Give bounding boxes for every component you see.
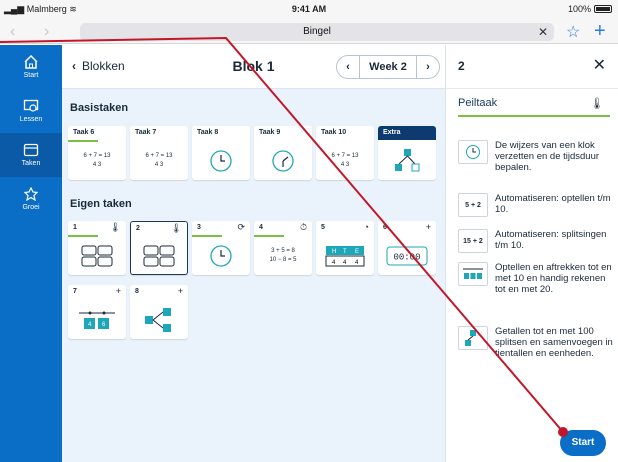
prev-week-button[interactable]: ‹ <box>337 61 359 73</box>
svg-text:H: H <box>332 249 336 255</box>
sidebar-item-groei[interactable]: Groei <box>0 177 62 221</box>
goal-text: Automatiseren: optellen t/m 10. <box>495 193 611 215</box>
task-tile[interactable]: Taak 7 6 + 7 = 13 4 3 <box>130 126 188 180</box>
sidebar-item-label: Lessen <box>19 116 43 123</box>
section-title-eigen-taken: Eigen taken <box>70 198 132 210</box>
home-icon <box>24 55 38 69</box>
clear-icon[interactable]: ✕ <box>538 23 548 41</box>
sidebar-item-taken[interactable]: Taken <box>0 133 62 177</box>
goal-item: 15 + 2 Automatiseren: splitsingen t/m 10… <box>458 229 615 253</box>
clock-icon <box>458 140 488 164</box>
section-title-basistaken: Basistaken <box>70 102 129 114</box>
close-icon[interactable]: ✕ <box>593 55 606 75</box>
task-detail-panel: 2 ✕ Peiltaak 🌡 De wijzers van een klok v… <box>445 45 618 462</box>
panel-header: 2 ✕ <box>446 45 618 89</box>
sidebar-item-lessen[interactable]: Lessen <box>0 89 62 133</box>
digital-clock-icon: 00:00 <box>386 246 428 266</box>
sidebar-item-label: Groei <box>22 204 40 211</box>
goal-text: Getallen tot en met 100 splitsen en same… <box>495 326 613 359</box>
goal-text: De wijzers van een klok verzetten en de … <box>495 140 600 173</box>
gauge-icon: ◔ <box>363 222 369 232</box>
forward-arrow-icon[interactable]: › <box>44 23 49 41</box>
start-button[interactable]: Start <box>560 430 606 456</box>
task-tile-selected[interactable]: 2 🌡 <box>130 221 188 275</box>
clock-icon <box>210 245 232 267</box>
numberline-icon: 46 <box>79 311 115 329</box>
task-tile[interactable]: 5 ◔ HTE444 <box>316 221 374 275</box>
next-week-button[interactable]: › <box>417 61 439 73</box>
browser-toolbar: ‹ › Bingel ✕ ☆ + <box>0 20 618 44</box>
week-selector: ‹ Week 2 › <box>336 55 440 79</box>
task-tile[interactable]: Taak 6 6 + 7 = 13 4 3 <box>68 126 126 180</box>
task-tile[interactable]: Taak 8 <box>192 126 250 180</box>
week-label: Week 2 <box>359 56 417 78</box>
split-icon <box>458 326 488 350</box>
divider <box>458 115 610 117</box>
clock: 9:41 AM <box>291 4 327 14</box>
grid-icon <box>143 245 175 267</box>
add-icon[interactable]: + <box>426 222 431 232</box>
svg-text:4: 4 <box>355 260 359 266</box>
svg-text:4: 4 <box>343 260 347 266</box>
numberline-icon <box>458 262 488 286</box>
page-title: Bingel <box>303 26 331 37</box>
task-tile[interactable]: 8 + <box>130 285 188 339</box>
sum-icon: 15 + 2 <box>458 229 488 253</box>
add-icon[interactable]: + <box>116 286 121 296</box>
new-tab-icon[interactable]: + <box>594 20 606 43</box>
goal-text: Automatiseren: splitsingen t/m 10. <box>495 229 607 251</box>
task-tile[interactable]: 6 + 00:00 <box>378 221 436 275</box>
goal-item: Optellen en aftrekken tot en met 10 en h… <box>458 262 615 295</box>
sidebar: Start Lessen Taken Groei <box>0 45 62 462</box>
task-tile[interactable]: Taak 10 6 + 7 = 13 4 3 <box>316 126 374 180</box>
clock-icon <box>210 150 232 172</box>
thermometer-icon: 🌡 <box>590 98 604 110</box>
split-icon <box>395 149 420 172</box>
split-icon <box>145 308 171 332</box>
svg-text:E: E <box>355 249 359 255</box>
repeat-icon: ⟳ <box>237 222 245 232</box>
task-tile[interactable]: 4 ⏱ 3 + 5 = 8 10 − 8 = 5 <box>254 221 312 275</box>
add-icon[interactable]: + <box>178 286 183 296</box>
panel-subtitle: Peiltaak <box>458 97 498 109</box>
task-tile[interactable]: Taak 9 <box>254 126 312 180</box>
battery-indicator: 100% <box>568 4 612 14</box>
grid-icon <box>81 245 113 267</box>
thermometer-icon: 🌡 <box>109 222 121 232</box>
goal-item: 5 + 2 Automatiseren: optellen t/m 10. <box>458 193 615 217</box>
status-bar: ▂▄▆ Malmberg ≋ 9:41 AM 100% <box>0 0 618 20</box>
clock-icon <box>272 150 294 172</box>
lessons-icon <box>23 99 39 112</box>
main-content: ‹ Blokken Blok 1 ‹ Week 2 › Basistaken Ta… <box>62 45 445 462</box>
goal-item: Getallen tot en met 100 splitsen en same… <box>458 326 615 359</box>
task-tile[interactable]: 3 ⟳ <box>192 221 250 275</box>
goal-item: De wijzers van een klok verzetten en de … <box>458 140 615 173</box>
sidebar-item-label: Start <box>23 72 39 79</box>
place-value-icon: H T E 4 4 4 <box>325 246 365 267</box>
svg-text:00:00: 00:00 <box>393 253 420 263</box>
back-arrow-icon[interactable]: ‹ <box>10 23 15 41</box>
timer-icon: ⏱ <box>299 222 307 232</box>
goal-text: Optellen en aftrekken tot en met 10 en h… <box>495 262 612 295</box>
svg-text:T: T <box>343 249 347 255</box>
sum-icon: 5 + 2 <box>458 193 488 217</box>
sidebar-item-label: Taken <box>21 160 41 167</box>
growth-icon <box>23 187 39 201</box>
sidebar-item-start[interactable]: Start <box>0 45 62 89</box>
task-tile[interactable]: 1 🌡 <box>68 221 126 275</box>
bookmark-icon[interactable]: ☆ <box>566 22 580 42</box>
svg-text:4: 4 <box>332 260 336 266</box>
task-number: 2 <box>458 59 465 73</box>
main-header: ‹ Blokken Blok 1 ‹ Week 2 › <box>62 45 445 89</box>
address-bar[interactable]: Bingel ✕ <box>80 23 554 41</box>
task-tile[interactable]: 7 + 46 <box>68 285 126 339</box>
battery-icon <box>594 5 612 13</box>
thermometer-icon: 🌡 <box>170 223 182 233</box>
tasks-icon <box>23 143 39 157</box>
task-tile-extra[interactable]: Extra <box>378 126 436 180</box>
